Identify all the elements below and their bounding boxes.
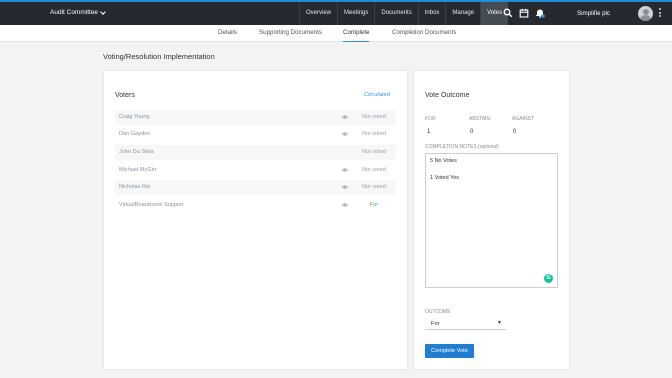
outcome-select[interactable]: For ▼ bbox=[425, 318, 506, 330]
vote-outcome-card: Vote Outcome FOR ABSTAIN AGAINST 1 0 0 C… bbox=[414, 71, 569, 369]
vote-status: Not voted bbox=[362, 131, 386, 137]
voters-title: Voters bbox=[115, 92, 135, 99]
grammarly-icon[interactable]: G bbox=[544, 274, 553, 283]
top-nav-bar: Audit Committee Overview Meetings Docume… bbox=[0, 0, 672, 25]
nav-manage[interactable]: Manage bbox=[445, 2, 480, 25]
completion-notes-label: COMPLETION NOTES (optional) bbox=[425, 144, 499, 150]
tab-details[interactable]: Details bbox=[218, 29, 237, 42]
tab-completion-documents[interactable]: Completion Documents bbox=[392, 29, 456, 42]
voters-card: Voters Circulated Craig Young Not voted … bbox=[104, 71, 407, 369]
eye-icon[interactable] bbox=[342, 132, 348, 136]
nav-meetings[interactable]: Meetings bbox=[337, 2, 374, 25]
voter-name: Michael McGirr bbox=[119, 167, 157, 173]
against-count: 0 bbox=[513, 129, 517, 135]
vote-status: For bbox=[369, 202, 379, 208]
abstain-count: 0 bbox=[470, 129, 474, 135]
page-title: Voting/Resolution Implementation bbox=[103, 52, 215, 61]
caret-down-icon: ▼ bbox=[497, 320, 502, 326]
vote-outcome-title: Vote Outcome bbox=[425, 92, 470, 99]
organization-name: Simplifie plc bbox=[577, 10, 611, 17]
tab-supporting-documents[interactable]: Supporting Documents bbox=[259, 29, 322, 42]
abstain-label: ABSTAIN bbox=[469, 116, 491, 122]
notes-line: 1 Voted Yes bbox=[430, 175, 460, 181]
voter-name: VirtualBoardroom Support bbox=[119, 202, 184, 208]
chevron-down-icon bbox=[100, 8, 106, 15]
nav-overview[interactable]: Overview bbox=[299, 2, 337, 25]
voter-name: Craig Young bbox=[119, 114, 150, 120]
completion-notes-textarea[interactable]: 5 No Votes 1 Voted Yes G bbox=[425, 153, 558, 288]
outcome-selected-value: For bbox=[431, 321, 440, 327]
nav-inbox[interactable]: Inbox bbox=[417, 2, 446, 25]
voter-row: John Da Silva Not voted bbox=[115, 145, 396, 160]
complete-vote-button[interactable]: Complete Vote bbox=[425, 344, 474, 358]
voter-name: Nicholas Roi bbox=[119, 184, 151, 190]
voter-row: VirtualBoardroom Support For bbox=[115, 198, 396, 213]
search-icon[interactable] bbox=[503, 8, 513, 18]
for-count: 1 bbox=[427, 129, 431, 135]
eye-icon[interactable] bbox=[342, 168, 348, 172]
voter-row: Michael McGirr Not voted bbox=[115, 163, 396, 178]
eye-icon[interactable] bbox=[342, 115, 348, 119]
eye-icon[interactable] bbox=[342, 203, 348, 207]
main-nav: Overview Meetings Documents Inbox Manage… bbox=[299, 2, 509, 25]
committee-selector[interactable]: Audit Committee bbox=[50, 8, 106, 16]
circulated-status[interactable]: Circulated bbox=[364, 92, 390, 98]
sub-tabs: Details Supporting Documents Complete Co… bbox=[0, 25, 672, 42]
eye-icon[interactable] bbox=[342, 185, 348, 189]
vote-status: Not voted bbox=[362, 184, 386, 190]
against-label: AGAINST bbox=[512, 116, 534, 122]
vote-status: Not voted bbox=[362, 149, 386, 155]
vote-status: Not voted bbox=[362, 114, 386, 120]
for-label: FOR bbox=[425, 116, 436, 122]
voter-row: Dan Gaydon Not voted bbox=[115, 127, 396, 142]
outcome-label: OUTCOME bbox=[425, 309, 451, 315]
voter-row: Nicholas Roi Not voted bbox=[115, 180, 396, 195]
calendar-icon[interactable] bbox=[519, 8, 529, 18]
vote-status: Not voted bbox=[362, 167, 386, 173]
tab-complete[interactable]: Complete bbox=[343, 29, 370, 42]
nav-documents[interactable]: Documents bbox=[374, 2, 417, 25]
bell-icon[interactable] bbox=[535, 8, 545, 18]
more-menu-icon[interactable] bbox=[659, 8, 662, 20]
voter-name: Dan Gaydon bbox=[119, 131, 151, 137]
committee-name: Audit Committee bbox=[50, 9, 99, 16]
notes-line: 5 No Votes bbox=[430, 158, 457, 164]
voter-row: Craig Young Not voted bbox=[115, 110, 396, 125]
avatar[interactable] bbox=[638, 6, 653, 21]
voter-name: John Da Silva bbox=[119, 149, 154, 155]
